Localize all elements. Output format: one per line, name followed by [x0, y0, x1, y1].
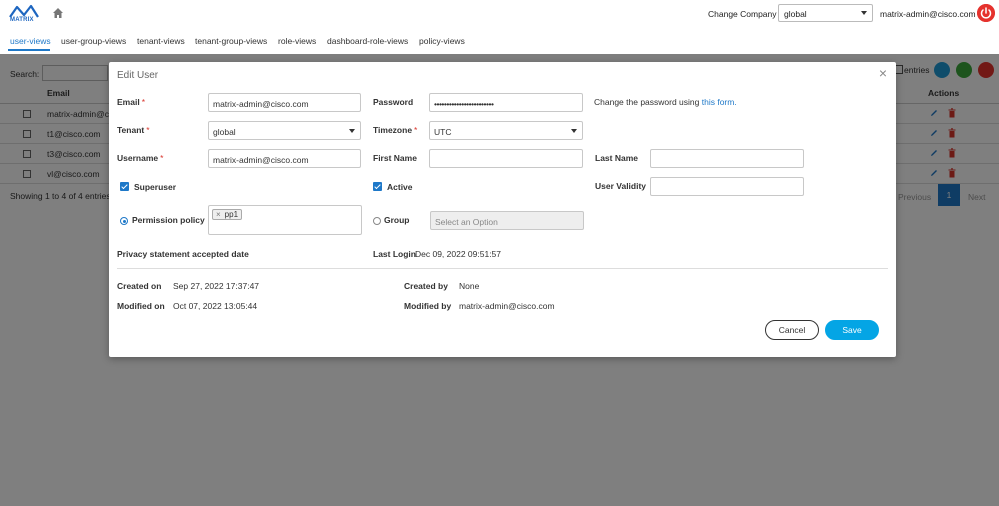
modal-title: Edit User	[117, 70, 159, 81]
timezone-select[interactable]: UTC	[429, 121, 583, 140]
tab-policy-views[interactable]: policy-views	[419, 36, 465, 46]
email-field[interactable]: matrix-admin@cisco.com	[208, 93, 361, 112]
tab-dashboard-role-views[interactable]: dashboard-role-views	[327, 36, 408, 46]
active-tab-underline	[8, 49, 50, 51]
chevron-down-icon	[861, 11, 867, 15]
chevron-down-icon	[349, 129, 355, 133]
divider	[117, 268, 888, 269]
company-select-value: global	[784, 9, 807, 19]
home-icon[interactable]	[52, 7, 64, 19]
change-company-label: Change Company	[708, 9, 777, 19]
password-field[interactable]: ••••••••••••••••••••••••	[429, 93, 583, 112]
tenant-select[interactable]: global	[208, 121, 361, 140]
active-label: Active	[387, 182, 413, 192]
username-label: Username *	[117, 153, 164, 163]
edit-user-modal: Edit User × Email * matrix-admin@cisco.co…	[109, 62, 896, 357]
save-button[interactable]: Save	[825, 320, 879, 340]
modified-by-value: matrix-admin@cisco.com	[459, 301, 555, 311]
modified-on-value: Oct 07, 2022 13:05:44	[173, 301, 258, 311]
password-hint: Change the password using this form.	[594, 97, 737, 107]
username-field[interactable]: matrix-admin@cisco.com	[208, 149, 361, 168]
group-radio[interactable]	[373, 217, 381, 225]
last-login-label: Last Login	[373, 249, 416, 259]
user-validity-field[interactable]	[650, 177, 804, 196]
created-on-label: Created on	[117, 281, 162, 291]
chip-remove-icon[interactable]: ×	[216, 210, 221, 219]
password-label: Password	[373, 97, 414, 107]
permission-policy-multiselect[interactable]: × pp1	[208, 205, 362, 235]
current-user-email[interactable]: matrix-admin@cisco.com	[880, 9, 976, 19]
superuser-label: Superuser	[134, 182, 177, 192]
privacy-statement-label: Privacy statement accepted date	[117, 249, 249, 259]
company-select[interactable]: global	[778, 4, 873, 22]
tab-user-views[interactable]: user-views	[10, 36, 51, 46]
change-password-link[interactable]: this form.	[702, 97, 737, 107]
tenant-label: Tenant *	[117, 125, 150, 135]
last-name-field[interactable]	[650, 149, 804, 168]
cancel-button[interactable]: Cancel	[765, 320, 819, 340]
nav-tabs: user-views user-group-views tenant-views…	[0, 30, 999, 52]
last-name-label: Last Name	[595, 153, 638, 163]
created-by-label: Created by	[404, 281, 448, 291]
permission-policy-radio[interactable]	[120, 217, 128, 225]
email-label: Email *	[117, 97, 145, 107]
tab-tenant-views[interactable]: tenant-views	[137, 36, 185, 46]
tab-role-views[interactable]: role-views	[278, 36, 316, 46]
superuser-checkbox[interactable]	[120, 182, 129, 191]
logout-icon[interactable]	[977, 4, 995, 22]
first-name-field[interactable]	[429, 149, 583, 168]
last-login-value: Dec 09, 2022 09:51:57	[415, 249, 502, 259]
app-header: MATRIX Change Company global matrix-admi…	[0, 0, 999, 28]
group-label: Group	[384, 215, 410, 225]
created-by-value: None	[459, 281, 480, 291]
logo-text: MATRIX	[10, 17, 34, 23]
group-select[interactable]: Select an Option	[430, 211, 584, 230]
active-checkbox[interactable]	[373, 182, 382, 191]
modified-by-label: Modified by	[404, 301, 452, 311]
user-validity-label: User Validity	[595, 181, 647, 191]
permission-policy-label: Permission policy	[132, 215, 205, 225]
created-on-value: Sep 27, 2022 17:37:47	[173, 281, 260, 291]
timezone-label: Timezone *	[373, 125, 418, 135]
modified-on-label: Modified on	[117, 301, 165, 311]
policy-chip: × pp1	[212, 209, 243, 220]
first-name-label: First Name	[373, 153, 417, 163]
chevron-down-icon	[571, 129, 577, 133]
tab-tenant-group-views[interactable]: tenant-group-views	[195, 36, 267, 46]
tab-user-group-views[interactable]: user-group-views	[61, 36, 126, 46]
close-icon[interactable]: ×	[877, 66, 889, 80]
